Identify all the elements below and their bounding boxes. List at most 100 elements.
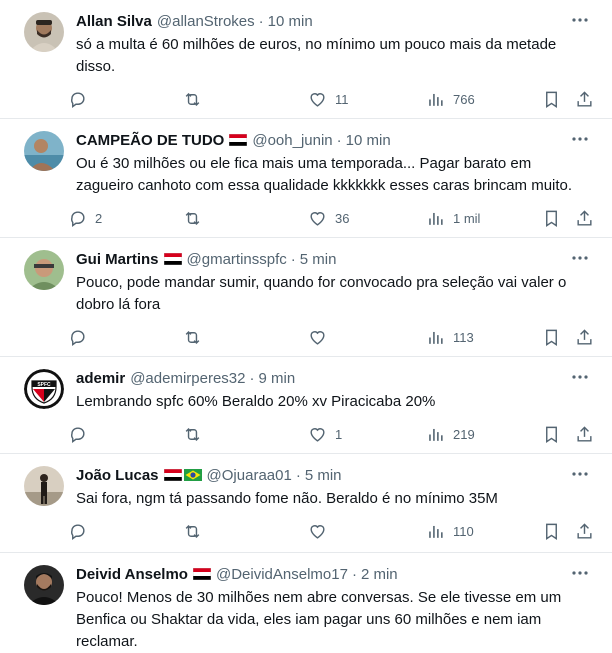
share-icon [575, 522, 594, 541]
bookmark-button[interactable] [542, 328, 561, 347]
share-button[interactable] [575, 209, 594, 228]
like-button[interactable] [308, 522, 335, 541]
brazil-flag-icon [183, 469, 202, 481]
reply-button[interactable] [68, 90, 95, 109]
avatar[interactable]: SPFC [24, 369, 64, 409]
bookmark-icon [542, 328, 561, 347]
retweet-button[interactable] [183, 328, 210, 347]
retweet-icon [183, 425, 202, 444]
views-count: 110 [453, 524, 474, 539]
avatar[interactable] [24, 565, 64, 605]
avatar[interactable] [24, 12, 64, 52]
like-button[interactable] [308, 328, 335, 347]
share-icon [575, 328, 594, 347]
separator-dot: · [336, 131, 342, 149]
author-handle[interactable]: @ademirperes32 [130, 370, 245, 387]
bookmark-button[interactable] [542, 209, 561, 228]
separator-dot: · [295, 466, 301, 484]
bookmark-button[interactable] [542, 90, 561, 109]
timestamp[interactable]: 10 min [268, 13, 313, 30]
retweet-button[interactable] [183, 522, 210, 541]
like-icon [308, 90, 327, 109]
more-icon [572, 571, 588, 575]
action-bar: 11 766 [68, 78, 592, 124]
views-count: 113 [453, 330, 474, 345]
tweet-allan-silva[interactable]: Allan Silva @allanStrokes · 10 min só a … [0, 0, 612, 119]
like-button[interactable]: 1 [308, 425, 342, 444]
timestamp[interactable]: 9 min [259, 370, 296, 387]
more-icon [572, 18, 588, 22]
tweet-text: Ou é 30 milhões ou ele fica mais uma tem… [76, 155, 573, 194]
reply-icon [68, 90, 87, 109]
like-icon [308, 328, 327, 347]
reply-button[interactable] [68, 522, 95, 541]
views-button[interactable]: 1 mil [426, 209, 480, 228]
separator-dot: · [351, 565, 357, 583]
tweet-joao-lucas[interactable]: João Lucas @Ojuaraa01 · 5 min Sai fora, … [0, 454, 612, 553]
reply-button[interactable] [68, 328, 95, 347]
more-button[interactable] [570, 565, 590, 581]
like-button[interactable]: 36 [308, 209, 349, 228]
views-icon [426, 522, 445, 541]
reply-button[interactable]: 2 [68, 209, 102, 228]
views-button[interactable]: 110 [426, 522, 474, 541]
timestamp[interactable]: 2 min [361, 566, 398, 583]
more-button[interactable] [570, 466, 590, 482]
share-button[interactable] [575, 328, 594, 347]
more-button[interactable] [570, 12, 590, 28]
avatar[interactable] [24, 466, 64, 506]
action-bar: 2 36 1 mil [68, 197, 592, 243]
share-icon [575, 209, 594, 228]
views-icon [426, 328, 445, 347]
retweet-button[interactable] [183, 90, 210, 109]
action-bar: 1 219 [68, 413, 592, 459]
timestamp[interactable]: 10 min [346, 132, 391, 149]
more-icon [572, 375, 588, 379]
author-name[interactable]: CAMPEÃO DE TUDO [76, 132, 224, 149]
author-handle[interactable]: @ooh_junin [252, 132, 332, 149]
like-icon [308, 425, 327, 444]
views-count: 766 [453, 92, 475, 107]
share-button[interactable] [575, 90, 594, 109]
avatar[interactable] [24, 131, 64, 171]
timestamp[interactable]: 5 min [305, 467, 342, 484]
author-name[interactable]: Gui Martins [76, 251, 159, 268]
reply-button[interactable] [68, 425, 95, 444]
author-name[interactable]: Deivid Anselmo [76, 566, 188, 583]
author-handle[interactable]: @Ojuaraa01 [207, 467, 292, 484]
separator-dot: · [249, 369, 255, 387]
tweet-ademir[interactable]: SPFC ademir @ademirperes32 · 9 min Lembr… [0, 357, 612, 454]
tweet-gui-martins[interactable]: Gui Martins @gmartinsspfc · 5 min Pouco,… [0, 238, 612, 357]
tweet-text: Pouco! Menos de 30 milhões nem abre conv… [76, 589, 562, 650]
action-bar: 113 [68, 316, 592, 362]
like-count: 36 [335, 211, 350, 226]
bookmark-button[interactable] [542, 425, 561, 444]
like-button[interactable]: 11 [308, 90, 349, 109]
avatar[interactable] [24, 250, 64, 290]
share-button[interactable] [575, 522, 594, 541]
views-button[interactable]: 766 [426, 90, 475, 109]
more-icon [572, 472, 588, 476]
author-name[interactable]: Allan Silva [76, 13, 152, 30]
bookmark-button[interactable] [542, 522, 561, 541]
more-button[interactable] [570, 369, 590, 385]
more-button[interactable] [570, 250, 590, 266]
retweet-button[interactable] [183, 425, 210, 444]
tweet-text: só a multa é 60 milhões de euros, no mín… [76, 36, 557, 75]
retweet-button[interactable] [183, 209, 210, 228]
bookmark-icon [542, 425, 561, 444]
tweet-deivid-anselmo[interactable]: Deivid Anselmo @DeividAnselmo17 · 2 min … [0, 553, 612, 650]
views-button[interactable]: 219 [426, 425, 475, 444]
reply-icon [68, 425, 87, 444]
author-handle[interactable]: @DeividAnselmo17 [216, 566, 348, 583]
views-button[interactable]: 113 [426, 328, 474, 347]
more-button[interactable] [570, 131, 590, 147]
timestamp[interactable]: 5 min [300, 251, 337, 268]
author-name[interactable]: ademir [76, 370, 125, 387]
author-name[interactable]: João Lucas [76, 467, 159, 484]
share-button[interactable] [575, 425, 594, 444]
views-count: 219 [453, 427, 475, 442]
tweet-campeao-de-tudo[interactable]: CAMPEÃO DE TUDO @ooh_junin · 10 min Ou é… [0, 119, 612, 238]
author-handle[interactable]: @allanStrokes [157, 13, 255, 30]
author-handle[interactable]: @gmartinsspfc [187, 251, 287, 268]
